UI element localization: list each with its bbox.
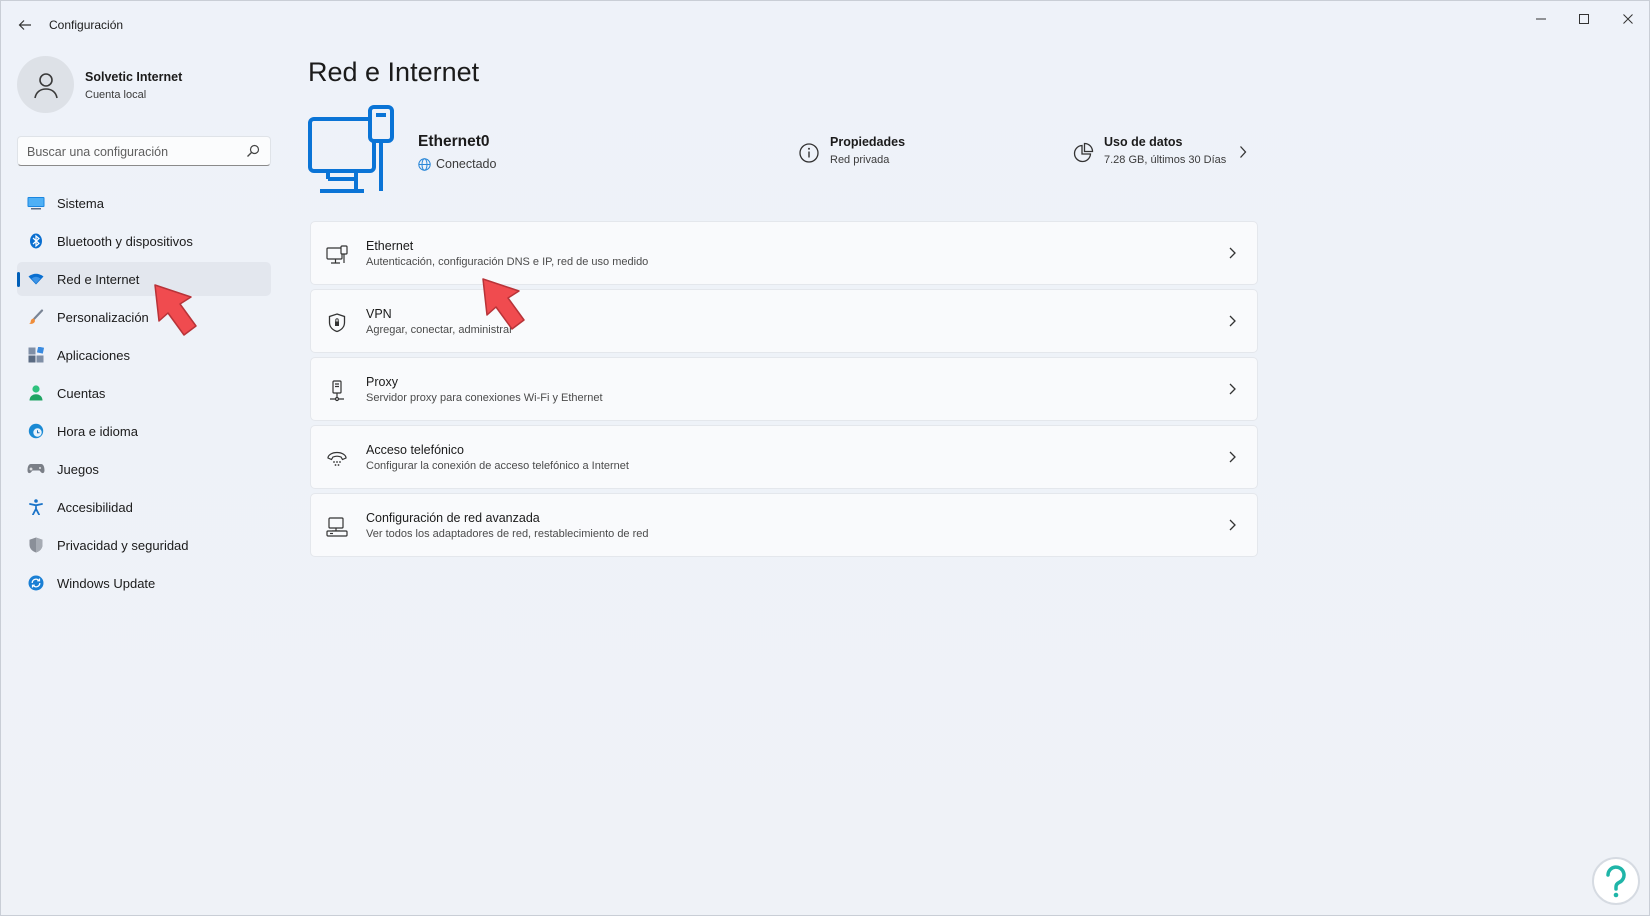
sidebar-item-label: Cuentas [57,385,106,401]
search-icon[interactable] [246,144,260,158]
ethernet-computer-icon [308,105,394,193]
close-icon [1623,14,1633,24]
profile-name: Solvetic Internet [85,70,183,84]
settings-list: Ethernet Autenticación, configuración DN… [310,221,1258,561]
chevron-right-icon [1229,519,1236,531]
minimize-button[interactable] [1523,7,1559,31]
chevron-right-icon [1240,146,1247,158]
properties-title: Propiedades [830,135,906,149]
annotation-arrow-icon [482,278,525,330]
chevron-right-icon [1229,451,1236,463]
sidebar-item-juegos[interactable]: Juegos [17,452,271,486]
solvetic-logo-icon [1592,857,1640,905]
gamepad-icon [27,460,45,478]
card-title: VPN [366,307,392,321]
sidebar-item-privacidad[interactable]: Privacidad y seguridad [17,528,271,562]
sidebar-item-personalizacion[interactable]: Personalización [17,300,271,334]
avatar [17,56,74,113]
connection-summary: Ethernet0 Conectado Propiedades Red priv… [308,105,1258,197]
monitor-icon [27,194,45,212]
search-box[interactable] [17,136,271,166]
sidebar-item-label: Hora e idioma [57,423,138,439]
sidebar-item-label: Juegos [57,461,99,477]
user-profile[interactable]: Solvetic Internet Cuenta local [17,56,267,114]
sidebar-item-label: Personalización [57,309,149,325]
info-icon [799,143,819,163]
card-vpn[interactable]: VPN Agregar, conectar, administrar [310,289,1258,353]
sidebar-item-label: Bluetooth y dispositivos [57,233,193,249]
sidebar-item-accesibilidad[interactable]: Accesibilidad [17,490,271,524]
data-usage-link[interactable]: Uso de datos 7.28 GB, últimos 30 Días [1072,135,1248,179]
person-avatar-icon [33,72,58,98]
maximize-button[interactable] [1566,7,1602,31]
apps-icon [27,346,45,364]
network-adapter-icon [326,516,348,538]
sidebar-item-label: Sistema [57,195,104,211]
globe-clock-icon [27,422,45,440]
sidebar-item-aplicaciones[interactable]: Aplicaciones [17,338,271,372]
profile-account-type: Cuenta local [85,89,147,101]
page-title: Red e Internet [308,57,480,87]
person-icon [27,384,45,402]
properties-subtitle: Red privada [830,154,890,166]
sidebar-item-red-e-internet[interactable]: Red e Internet [17,262,271,296]
vpn-shield-icon [326,312,348,334]
card-proxy[interactable]: Proxy Servidor proxy para conexiones Wi-… [310,357,1258,421]
sidebar-item-bluetooth[interactable]: Bluetooth y dispositivos [17,224,271,258]
card-subtitle: Servidor proxy para conexiones Wi-Fi y E… [366,392,603,404]
card-title: Proxy [366,375,398,389]
card-configuracion-red-avanzada[interactable]: Configuración de red avanzada Ver todos … [310,493,1258,557]
card-title: Ethernet [366,239,414,253]
annotation-arrow-icon [154,284,197,336]
sidebar-item-label: Aplicaciones [57,347,130,363]
chevron-right-icon [1229,383,1236,395]
card-acceso-telefonico[interactable]: Acceso telefónico Configurar la conexión… [310,425,1258,489]
data-usage-subtitle: 7.28 GB, últimos 30 Días [1104,154,1227,166]
title-bar: Configuración [1,1,1649,47]
back-arrow-icon [18,20,31,30]
ethernet-icon [326,244,348,266]
card-ethernet[interactable]: Ethernet Autenticación, configuración DN… [310,221,1258,285]
search-input[interactable] [27,143,237,161]
bluetooth-icon [27,232,45,250]
connection-name: Ethernet0 [418,133,490,150]
data-usage-title: Uso de datos [1104,135,1183,149]
shield-icon [27,536,45,554]
sidebar-item-windows-update[interactable]: Windows Update [17,566,271,600]
sidebar-nav: Sistema Bluetooth y dispositivos Red e I… [17,186,271,604]
update-icon [27,574,45,592]
maximize-icon [1579,14,1589,24]
brush-icon [27,308,45,326]
close-button[interactable] [1610,7,1646,31]
sidebar-item-cuentas[interactable]: Cuentas [17,376,271,410]
minimize-icon [1536,18,1546,20]
chevron-right-icon [1229,315,1236,327]
settings-window: Configuración Solvetic Internet Cuenta l… [0,0,1650,916]
card-title: Acceso telefónico [366,443,464,457]
dialup-icon [326,448,348,470]
connection-status: Conectado [418,157,496,171]
sidebar-item-hora-e-idioma[interactable]: Hora e idioma [17,414,271,448]
sidebar-item-label: Privacidad y seguridad [57,537,189,553]
properties-link[interactable]: Propiedades Red privada [798,135,905,179]
card-title: Configuración de red avanzada [366,511,540,525]
card-subtitle: Configurar la conexión de acceso telefón… [366,460,629,472]
pie-chart-icon [1073,142,1094,163]
chevron-right-icon [1229,247,1236,259]
connection-status-text: Conectado [436,157,497,171]
card-subtitle: Ver todos los adaptadores de red, restab… [366,528,649,540]
accessibility-icon [27,498,45,516]
sidebar-item-label: Windows Update [57,575,156,591]
proxy-icon [326,380,348,402]
card-subtitle: Autenticación, configuración DNS e IP, r… [366,256,649,268]
back-button[interactable] [13,13,37,37]
sidebar-item-label: Red e Internet [57,271,140,287]
sidebar-item-label: Accesibilidad [57,499,133,515]
sidebar-item-sistema[interactable]: Sistema [17,186,271,220]
globe-icon [418,157,431,171]
wifi-icon [27,270,45,288]
app-title: Configuración [49,18,124,32]
